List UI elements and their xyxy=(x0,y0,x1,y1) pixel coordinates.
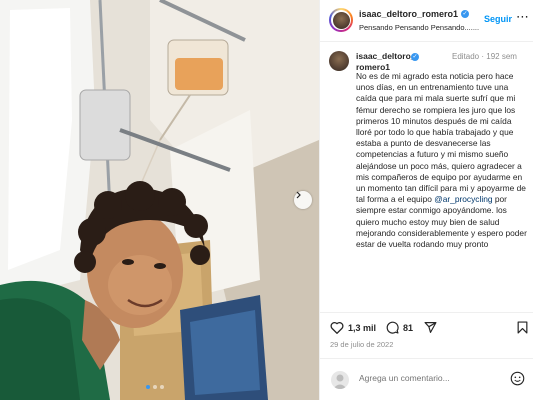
viewer-avatar xyxy=(331,371,349,389)
mention-link[interactable]: @ar_procycling xyxy=(434,194,492,204)
author-username-link[interactable]: isaac_deltoro_romero1 ✓ xyxy=(359,9,470,19)
share-button[interactable] xyxy=(424,321,437,334)
comment-button[interactable]: 81 xyxy=(386,321,413,334)
caption-avatar[interactable] xyxy=(329,51,349,71)
caption-username: isaac_deltoro_romero1 xyxy=(356,51,416,72)
user-placeholder-icon xyxy=(333,374,347,389)
caption-text-part1: No es de mi agrado esta noticia pero hac… xyxy=(356,71,526,205)
caption-section: isaac_deltoro_romero1 ✓ Editado · 192 se… xyxy=(320,43,533,305)
caption-text: No es de mi agrado esta noticia pero hac… xyxy=(356,71,528,250)
save-button[interactable] xyxy=(517,321,528,334)
carousel-next-button[interactable] xyxy=(294,191,312,209)
author-avatar[interactable] xyxy=(329,8,353,32)
carousel-dot xyxy=(153,385,157,389)
avatar-image xyxy=(332,11,350,29)
post-header: isaac_deltoro_romero1 ✓ Pensando Pensand… xyxy=(320,0,533,42)
post-sidebar: isaac_deltoro_romero1 ✓ Pensando Pensand… xyxy=(319,0,533,400)
like-button[interactable]: 1,3 mil xyxy=(330,321,376,334)
bookmark-icon xyxy=(517,321,528,334)
comment-input[interactable] xyxy=(359,373,499,383)
comment-icon xyxy=(386,321,399,334)
caption-username-link[interactable]: isaac_deltoro_romero1 ✓ xyxy=(356,51,419,73)
follow-button[interactable]: Seguir xyxy=(484,14,512,24)
comment-composer xyxy=(320,358,533,400)
post-date: 29 de julio de 2022 xyxy=(330,340,394,349)
carousel-dot xyxy=(146,385,150,389)
comment-count: 81 xyxy=(403,322,414,333)
action-bar: 1,3 mil 81 xyxy=(320,312,533,338)
post-photo[interactable] xyxy=(0,0,319,400)
author-username: isaac_deltoro_romero1 xyxy=(359,9,459,19)
carousel-dot xyxy=(160,385,164,389)
hospital-selfie-image xyxy=(0,0,319,400)
caption-meta: Editado · 192 sem xyxy=(452,52,517,61)
emoji-icon xyxy=(510,371,525,386)
like-count: 1,3 mil xyxy=(348,322,377,333)
carousel-dots xyxy=(146,385,164,389)
verified-badge-icon: ✓ xyxy=(461,10,470,18)
share-icon xyxy=(424,322,437,333)
chevron-right-icon xyxy=(296,191,301,199)
more-options-icon[interactable]: ⋯ xyxy=(516,10,529,23)
emoji-button[interactable] xyxy=(510,371,525,391)
author-subtitle: Pensando Pensando Pensando....... xyxy=(359,23,480,32)
verified-badge-icon: ✓ xyxy=(411,53,419,61)
heart-icon xyxy=(330,322,344,334)
